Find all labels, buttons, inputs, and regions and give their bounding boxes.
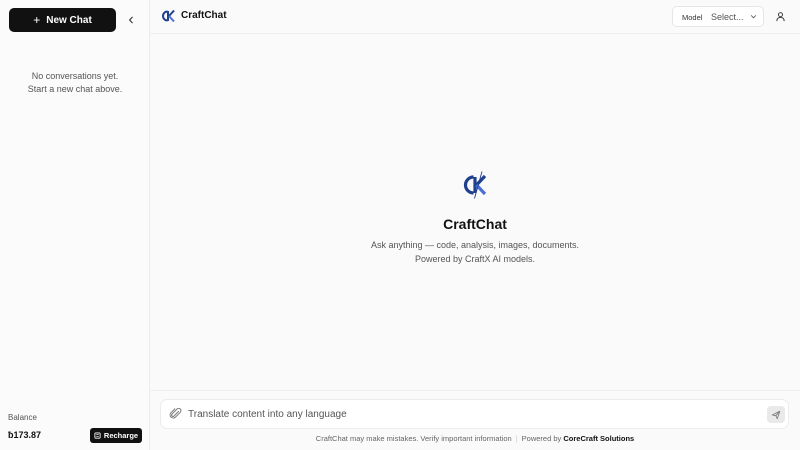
- welcome-subtitle-line-2: Powered by CraftX AI models.: [414, 253, 536, 264]
- user-icon: [775, 11, 785, 21]
- balance-label: Balance: [8, 413, 37, 422]
- top-header: CraftChat Model Select...: [150, 0, 800, 34]
- welcome-subtitle: Ask anything — code, analysis, images, d…: [150, 239, 800, 266]
- empty-line-2: Start a new chat above.: [27, 84, 123, 94]
- empty-conversations-message: No conversations yet. Start a new chat a…: [0, 70, 150, 96]
- new-chat-label: New Chat: [46, 14, 92, 26]
- recharge-button[interactable]: Recharge: [90, 428, 142, 443]
- chat-input[interactable]: [188, 404, 758, 424]
- app-title: CraftChat: [181, 10, 227, 21]
- new-chat-button[interactable]: + New Chat: [9, 8, 116, 32]
- send-button[interactable]: [767, 406, 785, 423]
- recharge-label: Recharge: [103, 431, 139, 440]
- model-selector: Model Select...: [672, 6, 764, 27]
- footer-separator: |: [515, 434, 518, 443]
- chevron-down-icon: [750, 15, 756, 19]
- composer-box: [160, 399, 789, 429]
- card-icon: [94, 432, 101, 439]
- powered-by-prefix: Powered by: [521, 434, 562, 443]
- paperclip-icon: [169, 407, 182, 419]
- sidebar: + New Chat No conversations yet. Start a…: [0, 0, 150, 450]
- balance-value: ƀ173.87: [8, 430, 42, 440]
- plus-icon: +: [33, 13, 41, 27]
- model-dropdown[interactable]: Select...: [711, 7, 763, 26]
- send-icon: [771, 410, 781, 419]
- model-label: Model: [682, 13, 703, 22]
- user-account-button[interactable]: [771, 7, 789, 25]
- model-value: Select...: [711, 11, 744, 22]
- welcome-subtitle-line-1: Ask anything — code, analysis, images, d…: [370, 240, 580, 250]
- powered-by-company: CoreCraft Solutions: [563, 434, 635, 443]
- disclaimer-text: CraftChat may make mistakes. Verify impo…: [315, 434, 512, 443]
- collapse-sidebar-button[interactable]: [122, 10, 140, 30]
- welcome-title: CraftChat: [443, 216, 507, 232]
- attach-button[interactable]: [169, 407, 183, 421]
- chevron-left-icon: [129, 16, 133, 24]
- empty-line-1: No conversations yet.: [31, 71, 119, 81]
- craftx-logo-large-icon: [463, 171, 487, 199]
- craftx-logo-icon: [162, 9, 175, 23]
- footer-disclaimer: CraftChat may make mistakes. Verify impo…: [150, 434, 800, 443]
